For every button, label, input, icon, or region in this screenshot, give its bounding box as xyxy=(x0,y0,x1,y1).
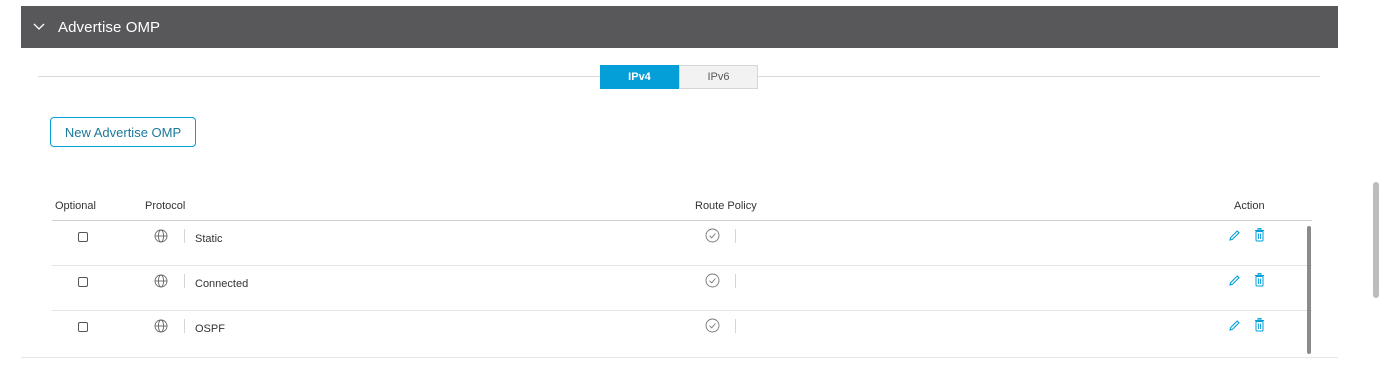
panel-title: Advertise OMP xyxy=(58,18,161,36)
optional-checkbox[interactable] xyxy=(78,322,88,332)
page-scrollbar[interactable] xyxy=(1373,182,1379,298)
trash-icon[interactable] xyxy=(1254,318,1265,332)
col-route-policy: Route Policy xyxy=(695,200,757,212)
page: Advertise OMP IPv4 IPv6 New Advertise OM… xyxy=(0,0,1385,370)
trash-icon[interactable] xyxy=(1254,228,1265,242)
optional-checkbox[interactable] xyxy=(78,232,88,242)
col-optional: Optional xyxy=(55,200,96,212)
trash-icon[interactable] xyxy=(1254,273,1265,287)
new-advertise-omp-button[interactable]: New Advertise OMP xyxy=(50,117,196,147)
globe-icon xyxy=(154,229,168,243)
ip-version-tabs: IPv4 IPv6 xyxy=(600,65,758,89)
pencil-icon[interactable] xyxy=(1228,319,1241,332)
pencil-icon[interactable] xyxy=(1228,274,1241,287)
globe-icon xyxy=(154,319,168,333)
cell-separator xyxy=(184,274,185,288)
protocol-value: Static xyxy=(195,233,223,245)
cell-separator xyxy=(184,229,185,243)
table-row: Static xyxy=(52,221,1312,266)
cell-separator xyxy=(184,319,185,333)
table-row: OSPF xyxy=(52,311,1312,356)
advertise-omp-panel: Advertise OMP IPv4 IPv6 New Advertise OM… xyxy=(21,6,1338,358)
cell-separator xyxy=(735,319,736,333)
col-protocol: Protocol xyxy=(145,200,186,212)
table-header: Optional Protocol Route Policy Action xyxy=(52,194,1312,221)
protocol-value: Connected xyxy=(195,278,249,290)
table-row: Connected xyxy=(52,266,1312,311)
check-circle-icon[interactable] xyxy=(705,318,720,333)
protocol-value: OSPF xyxy=(195,323,225,335)
tab-ipv4[interactable]: IPv4 xyxy=(600,65,679,89)
col-action: Action xyxy=(1234,200,1265,212)
tab-ipv6[interactable]: IPv6 xyxy=(679,65,758,89)
globe-icon xyxy=(154,274,168,288)
advertise-table: Optional Protocol Route Policy Action St… xyxy=(52,194,1312,356)
check-circle-icon[interactable] xyxy=(705,273,720,288)
panel-header[interactable]: Advertise OMP xyxy=(21,6,1338,48)
chevron-down-icon[interactable] xyxy=(32,20,46,34)
pencil-icon[interactable] xyxy=(1228,229,1241,242)
table-scrollbar[interactable] xyxy=(1307,226,1311,354)
cell-separator xyxy=(735,274,736,288)
cell-separator xyxy=(735,229,736,243)
optional-checkbox[interactable] xyxy=(78,277,88,287)
check-circle-icon[interactable] xyxy=(705,228,720,243)
